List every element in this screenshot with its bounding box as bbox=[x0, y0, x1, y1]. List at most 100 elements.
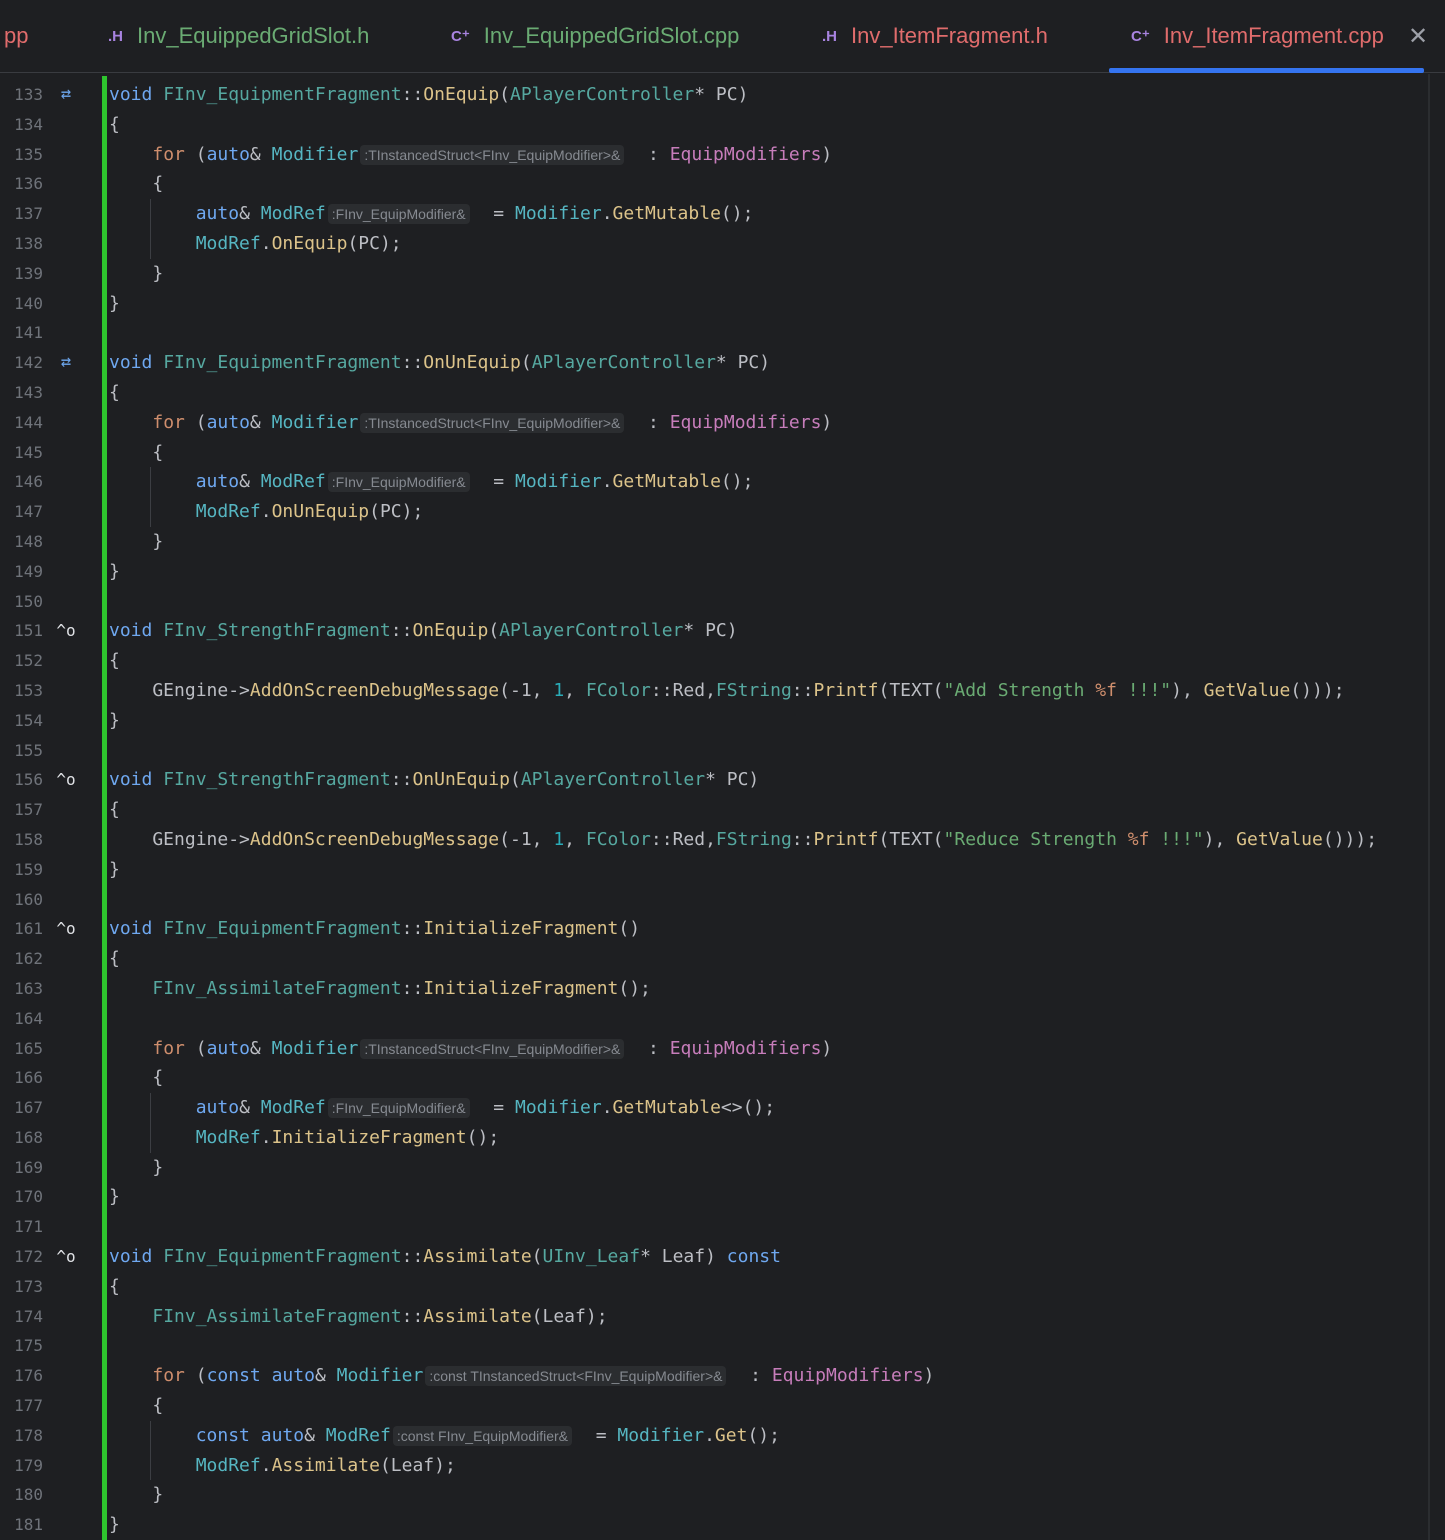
code-token: (); bbox=[720, 471, 754, 493]
code-line[interactable]: 155 bbox=[0, 736, 1445, 766]
code-text: void FInv_EquipmentFragment::OnUnEquip(A… bbox=[109, 348, 770, 378]
code-line[interactable]: 151 ^o void FInv_StrengthFragment::OnEquip… bbox=[0, 616, 1445, 646]
code-line[interactable]: 172 ^o void FInv_EquipmentFragment::Assimi… bbox=[0, 1242, 1445, 1272]
code-text: ModRef.OnUnEquip(PC); bbox=[109, 497, 424, 527]
code-token: . bbox=[601, 203, 613, 225]
code-line[interactable]: 179 ModRef.Assimilate(Leaf); bbox=[0, 1450, 1445, 1481]
code-line[interactable]: 181} bbox=[0, 1510, 1445, 1540]
line-number: 143 bbox=[14, 382, 43, 402]
code-line[interactable]: 154} bbox=[0, 706, 1445, 736]
tab-inv-equippedgridslot-cpp[interactable]: C⁺ Inv_EquippedGridSlot.cpp bbox=[451, 0, 739, 72]
code-line[interactable]: 134 { bbox=[0, 110, 1445, 140]
line-number: 173 bbox=[14, 1276, 43, 1296]
code-line[interactable]: 160 bbox=[0, 885, 1445, 915]
code-line[interactable]: 149} bbox=[0, 557, 1445, 587]
code-line[interactable]: 136 { bbox=[0, 169, 1445, 199]
code-token: EquipModifiers bbox=[669, 411, 822, 433]
code-line[interactable]: 175 bbox=[0, 1331, 1445, 1361]
code-editor[interactable]: 133 ⇄ void FInv_EquipmentFragment::OnEquip… bbox=[0, 80, 1445, 1540]
implements-gutter-icon[interactable]: ^o bbox=[54, 616, 78, 646]
code-token: } bbox=[109, 1514, 120, 1536]
code-line[interactable]: 140} bbox=[0, 289, 1445, 319]
code-line[interactable]: 178 const auto& ModRef:const FInv_EquipM… bbox=[0, 1420, 1445, 1451]
code-line[interactable]: 158 GEngine->AddOnScreenDebugMessage(-1,… bbox=[0, 825, 1445, 855]
code-line[interactable]: 144 for (auto& Modifier:TInstancedStruct… bbox=[0, 408, 1445, 438]
implements-gutter-icon[interactable]: ^o bbox=[54, 765, 78, 795]
code-token: Modifier bbox=[271, 143, 359, 165]
code-line[interactable]: 143 { bbox=[0, 378, 1445, 408]
code-line[interactable]: 146 auto& ModRef:FInv_EquipModifier& = M… bbox=[0, 467, 1445, 498]
code-text: } bbox=[109, 1510, 120, 1540]
code-line[interactable]: 153 GEngine->AddOnScreenDebugMessage(-1,… bbox=[0, 676, 1445, 706]
code-line[interactable]: 180 } bbox=[0, 1480, 1445, 1510]
tab-pp[interactable]: pp bbox=[4, 0, 28, 72]
code-text: } bbox=[109, 259, 163, 289]
code-line[interactable]: 138 ModRef.OnEquip(PC); bbox=[0, 228, 1445, 259]
code-line[interactable]: 176 for (const auto& Modifier:const TIns… bbox=[0, 1361, 1445, 1391]
line-number: 133 bbox=[14, 85, 43, 104]
code-line[interactable]: 161 ^o void FInv_EquipmentFragment::Initia… bbox=[0, 914, 1445, 944]
tab-inv-itemfragment-cpp[interactable]: C⁺ Inv_ItemFragment.cpp bbox=[1109, 0, 1424, 73]
implements-gutter-icon[interactable]: ^o bbox=[54, 1242, 78, 1272]
code-line[interactable]: 157 { bbox=[0, 795, 1445, 825]
line-number: 150 bbox=[14, 591, 43, 611]
code-line[interactable]: 171 bbox=[0, 1212, 1445, 1242]
navigate-declaration-gutter-icon[interactable]: ⇄ bbox=[54, 80, 78, 110]
code-token: for bbox=[152, 1037, 196, 1059]
code-line[interactable]: 150 bbox=[0, 587, 1445, 617]
code-text: ModRef.InitializeFragment(); bbox=[109, 1123, 499, 1153]
code-line[interactable]: 156 ^o void FInv_StrengthFragment::OnUnEqu… bbox=[0, 765, 1445, 795]
code-token: GetMutable bbox=[612, 203, 721, 225]
code-token: ::Red, bbox=[650, 679, 716, 701]
code-line[interactable]: 148 } bbox=[0, 527, 1445, 557]
code-line[interactable]: 145 { bbox=[0, 438, 1445, 468]
code-line[interactable]: 170} bbox=[0, 1182, 1445, 1212]
tab-inv-equippedgridslot-h[interactable]: .H Inv_EquippedGridSlot.h bbox=[108, 0, 369, 72]
code-line[interactable]: 168 ModRef.InitializeFragment(); bbox=[0, 1122, 1445, 1153]
code-token: ModRef bbox=[325, 1424, 391, 1446]
code-line[interactable]: 141 bbox=[0, 318, 1445, 348]
code-token: & bbox=[249, 1037, 272, 1059]
code-token: ( bbox=[510, 769, 521, 791]
code-line[interactable]: 137 auto& ModRef:FInv_EquipModifier& = M… bbox=[0, 199, 1445, 229]
code-line[interactable]: 167 auto& ModRef:FInv_EquipModifier& = M… bbox=[0, 1093, 1445, 1123]
code-line[interactable]: 147 ModRef.OnUnEquip(PC); bbox=[0, 497, 1445, 527]
code-token: & bbox=[239, 471, 261, 493]
navigate-declaration-gutter-icon[interactable]: ⇄ bbox=[54, 348, 78, 378]
line-number: 169 bbox=[14, 1157, 43, 1177]
code-token: :: bbox=[401, 84, 424, 105]
code-token: ) bbox=[923, 1365, 935, 1387]
code-line[interactable]: 162 { bbox=[0, 944, 1445, 974]
code-line[interactable]: 163 FInv_AssimilateFragment::InitializeF… bbox=[0, 974, 1445, 1004]
code-line[interactable]: 165 for (auto& Modifier:TInstancedStruct… bbox=[0, 1034, 1445, 1064]
line-number: 137 bbox=[14, 204, 43, 224]
code-line[interactable]: 174 FInv_AssimilateFragment::Assimilate(… bbox=[0, 1302, 1445, 1332]
code-token: auto bbox=[195, 203, 240, 225]
code-line[interactable]: 133 ⇄ void FInv_EquipmentFragment::OnEquip… bbox=[0, 80, 1445, 110]
code-token: void bbox=[109, 620, 164, 642]
code-text: FInv_AssimilateFragment::Assimilate(Leaf… bbox=[109, 1302, 607, 1332]
code-token: auto bbox=[206, 143, 250, 165]
code-line[interactable]: 177 { bbox=[0, 1391, 1445, 1421]
code-line[interactable]: 139 } bbox=[0, 259, 1445, 289]
close-tab-icon[interactable]: ✕ bbox=[1408, 0, 1428, 72]
code-token: (TEXT( bbox=[878, 828, 944, 850]
code-line[interactable]: 169 } bbox=[0, 1153, 1445, 1183]
code-token: InitializeFragment bbox=[423, 977, 619, 999]
code-token: Assimilate bbox=[423, 1246, 532, 1268]
type-inlay-hint: :const TInstancedStruct<FInv_EquipModifi… bbox=[425, 1366, 727, 1387]
code-line[interactable]: 173 { bbox=[0, 1272, 1445, 1302]
code-text: } bbox=[109, 855, 120, 885]
code-line[interactable]: 152 { bbox=[0, 646, 1445, 676]
code-line[interactable]: 142 ⇄ void FInv_EquipmentFragment::OnUnEqu… bbox=[0, 348, 1445, 378]
line-number: 179 bbox=[14, 1455, 43, 1475]
tab-inv-itemfragment-h[interactable]: .H Inv_ItemFragment.h bbox=[822, 0, 1048, 72]
code-token: Assimilate bbox=[271, 1454, 380, 1476]
code-line[interactable]: 164 bbox=[0, 1004, 1445, 1034]
code-line[interactable]: 166 { bbox=[0, 1063, 1445, 1093]
code-line[interactable]: 135 for (auto& Modifier:TInstancedStruct… bbox=[0, 140, 1445, 170]
implements-gutter-icon[interactable]: ^o bbox=[54, 914, 78, 944]
code-line[interactable]: 159} bbox=[0, 855, 1445, 885]
